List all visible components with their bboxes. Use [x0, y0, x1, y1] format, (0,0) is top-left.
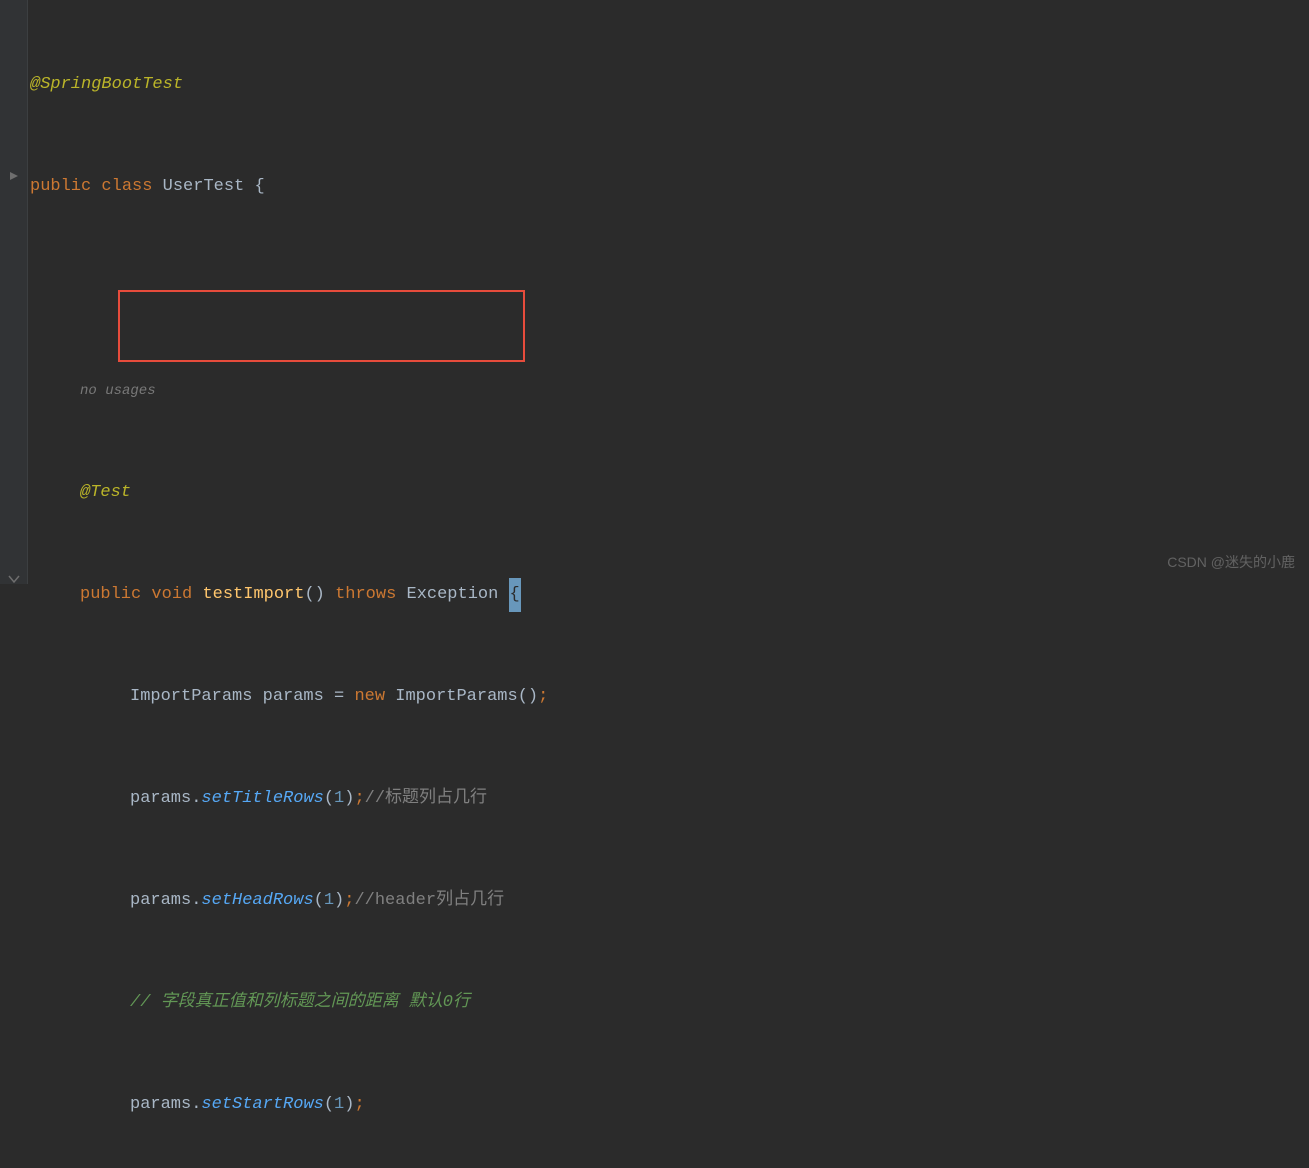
- equals: =: [334, 680, 344, 714]
- variable: params: [130, 1088, 191, 1122]
- number: 1: [334, 1088, 344, 1122]
- keyword-public: public: [30, 170, 91, 204]
- paren: (: [324, 1088, 334, 1122]
- keyword-class: class: [101, 170, 152, 204]
- semicolon: ;: [344, 884, 354, 918]
- keyword-public: public: [80, 578, 141, 612]
- method-call: setTitleRows: [201, 782, 323, 816]
- keyword-void: void: [151, 578, 192, 612]
- paren: (: [304, 578, 314, 612]
- dot: .: [191, 1088, 201, 1122]
- paren: ): [315, 578, 325, 612]
- annotation: @SpringBootTest: [30, 68, 183, 102]
- variable: params: [263, 680, 324, 714]
- constructor: ImportParams: [395, 680, 517, 714]
- semicolon: ;: [538, 680, 548, 714]
- comment: //header列占几行: [354, 884, 504, 918]
- dot: .: [191, 782, 201, 816]
- paren: ): [344, 782, 354, 816]
- number: 1: [334, 782, 344, 816]
- comment: //标题列占几行: [365, 782, 487, 816]
- test-annotation: @Test: [80, 476, 131, 510]
- editor-gutter: [0, 0, 28, 584]
- paren: ): [528, 680, 538, 714]
- code-editor[interactable]: @SpringBootTest public class UserTest { …: [0, 0, 1309, 1168]
- keyword-throws: throws: [335, 578, 396, 612]
- open-brace: {: [254, 170, 264, 204]
- paren: (: [518, 680, 528, 714]
- exception-type: Exception: [407, 578, 499, 612]
- usage-hint[interactable]: no usages: [80, 377, 156, 405]
- method-call: setHeadRows: [201, 884, 313, 918]
- keyword-new: new: [354, 680, 385, 714]
- dot: .: [191, 884, 201, 918]
- variable: params: [130, 782, 191, 816]
- paren: ): [334, 884, 344, 918]
- method-collapse-icon[interactable]: [6, 168, 22, 184]
- method-call: setStartRows: [201, 1088, 323, 1122]
- paren: (: [324, 782, 334, 816]
- variable: params: [130, 884, 191, 918]
- watermark: CSDN @迷失的小鹿: [1167, 548, 1295, 576]
- method-name: testImport: [202, 578, 304, 612]
- comment: // 字段真正值和列标题之间的距离 默认0行: [130, 986, 470, 1020]
- paren: ): [344, 1088, 354, 1122]
- number: 1: [324, 884, 334, 918]
- class-name: UserTest: [163, 170, 245, 204]
- semicolon: ;: [354, 1088, 364, 1122]
- type: ImportParams: [130, 680, 252, 714]
- semicolon: ;: [354, 782, 364, 816]
- caret-highlight: {: [509, 578, 521, 612]
- paren: (: [314, 884, 324, 918]
